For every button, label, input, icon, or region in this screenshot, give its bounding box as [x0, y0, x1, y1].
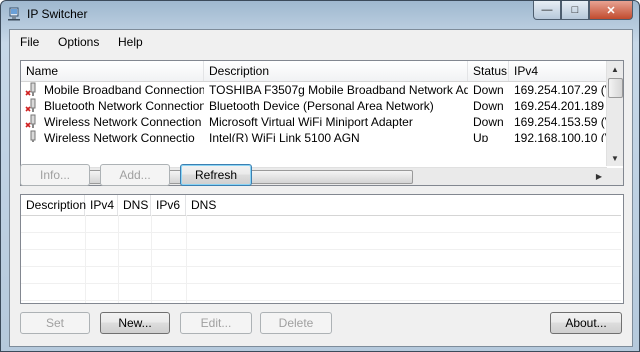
- menu-help[interactable]: Help: [118, 35, 143, 49]
- column-header-description[interactable]: Description: [21, 195, 86, 215]
- adapter-ipv4: 169.254.201.189 (: [514, 99, 607, 113]
- adapter-status: Down: [473, 99, 504, 113]
- network-adapter-icon: [25, 82, 36, 96]
- network-adapter-icon: [30, 130, 36, 142]
- adapter-status: Down: [473, 83, 504, 97]
- adapter-ipv4: 169.254.107.29 (V: [514, 83, 607, 97]
- column-header-ipv4[interactable]: IPv4: [85, 195, 118, 215]
- edit-button[interactable]: Edit...: [180, 312, 252, 334]
- network-adapter-icon: [25, 98, 36, 112]
- about-button[interactable]: About...: [550, 312, 622, 334]
- adapter-description: Intel(R) WiFi Link 5100 AGN: [209, 131, 360, 142]
- adapter-list-header: Name Description Status IPv4: [21, 61, 607, 82]
- adapter-status: Down: [473, 115, 504, 129]
- empty-row: [21, 284, 621, 301]
- network-app-icon: [8, 7, 20, 21]
- adapter-name: Bluetooth Network Connection: [44, 99, 204, 113]
- column-header-description[interactable]: Description: [204, 61, 468, 81]
- profile-list[interactable]: Description IPv4 DNS IPv6 DNS: [20, 194, 624, 304]
- adapter-name: Wireless Network Connection 2: [44, 115, 204, 129]
- close-button[interactable]: ✕: [589, 1, 633, 20]
- vertical-scrollbar[interactable]: ▲ ▼: [606, 61, 623, 166]
- client-area: File Options Help Name Description Statu…: [9, 29, 633, 347]
- vertical-scroll-thumb[interactable]: [608, 78, 623, 98]
- maximize-button[interactable]: □: [561, 1, 589, 20]
- column-header-name[interactable]: Name: [21, 61, 204, 81]
- network-adapter-icon: [25, 114, 36, 128]
- window-controls: — □ ✕: [533, 1, 633, 20]
- table-row[interactable]: Wireless Network Connection 2 Microsoft …: [21, 114, 607, 130]
- menu-file[interactable]: File: [20, 35, 39, 49]
- table-row[interactable]: Mobile Broadband Connection TOSHIBA F350…: [21, 82, 607, 98]
- adapter-description: Microsoft Virtual WiFi Miniport Adapter: [209, 115, 413, 129]
- column-header-ipv4[interactable]: IPv4: [509, 61, 607, 81]
- delete-button[interactable]: Delete: [260, 312, 332, 334]
- menu-options[interactable]: Options: [58, 35, 99, 49]
- add-button[interactable]: Add...: [100, 164, 170, 186]
- adapter-name: Mobile Broadband Connection: [44, 83, 204, 97]
- empty-row: [21, 216, 621, 233]
- column-header-dns-v6[interactable]: DNS: [186, 195, 621, 215]
- title-bar[interactable]: IP Switcher — □ ✕: [1, 1, 639, 29]
- minimize-button[interactable]: —: [533, 1, 561, 20]
- refresh-button[interactable]: Refresh: [180, 164, 252, 186]
- table-row[interactable]: Wireless Network Connectio Intel(R) WiFi…: [21, 130, 607, 142]
- scroll-up-arrow-icon[interactable]: ▲: [607, 61, 623, 77]
- column-header-dns[interactable]: DNS: [118, 195, 151, 215]
- app-window: IP Switcher — □ ✕ File Options Help Name…: [0, 0, 640, 352]
- empty-row: [21, 250, 621, 267]
- new-button[interactable]: New...: [100, 312, 170, 334]
- adapter-description: TOSHIBA F3507g Mobile Broadband Network …: [209, 83, 468, 97]
- adapter-name: Wireless Network Connectio: [44, 131, 195, 142]
- grid-divider: [186, 215, 187, 303]
- table-row[interactable]: Bluetooth Network Connection Bluetooth D…: [21, 98, 607, 114]
- set-button[interactable]: Set: [20, 312, 90, 334]
- adapter-ipv4: 192.168.100.10 (V: [514, 131, 607, 142]
- empty-row: [21, 233, 621, 250]
- scroll-right-arrow-icon[interactable]: ▶: [591, 168, 607, 185]
- adapter-ipv4: 169.254.153.59 (V: [514, 115, 607, 129]
- scroll-down-arrow-icon[interactable]: ▼: [607, 150, 623, 166]
- profile-list-header: Description IPv4 DNS IPv6 DNS: [21, 195, 621, 216]
- adapter-description: Bluetooth Device (Personal Area Network): [209, 99, 434, 113]
- column-header-ipv6[interactable]: IPv6: [151, 195, 186, 215]
- window-title: IP Switcher: [27, 7, 88, 21]
- scrollbar-corner: [607, 168, 623, 185]
- empty-row: [21, 267, 621, 284]
- info-button[interactable]: Info...: [20, 164, 90, 186]
- grid-divider: [118, 215, 119, 303]
- grid-divider: [85, 215, 86, 303]
- column-header-status[interactable]: Status: [468, 61, 509, 81]
- adapter-status: Up: [473, 131, 489, 142]
- menu-bar: File Options Help: [10, 30, 632, 54]
- grid-divider: [151, 215, 152, 303]
